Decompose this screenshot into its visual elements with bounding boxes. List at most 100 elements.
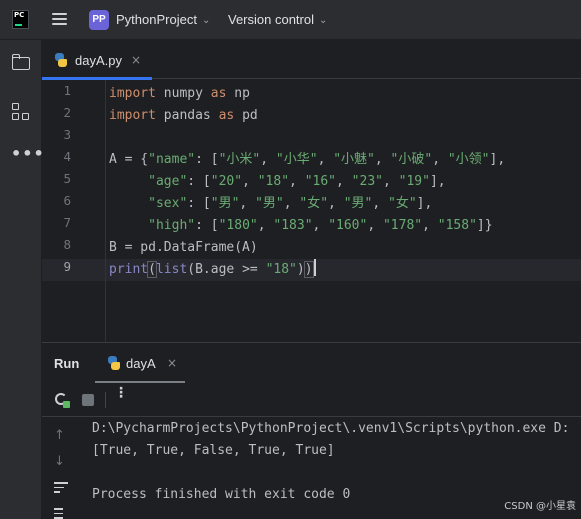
run-tool-window: Run dayA × ⋮ ↑ ↓ D:\PycharmProjects\Pyth… xyxy=(42,342,581,519)
code-token: np xyxy=(226,86,250,101)
code-token: , xyxy=(239,196,256,211)
folder-icon[interactable] xyxy=(11,53,31,73)
run-title: Run xyxy=(54,356,80,371)
line-number: 4 xyxy=(63,149,71,164)
code-token: "158" xyxy=(437,218,477,233)
title-bar: PC PP PythonProject ⌄ Version control ⌄ xyxy=(0,0,581,40)
code-token: "小魅" xyxy=(333,152,375,167)
code-text: B = pd.DataFrame(A) xyxy=(109,237,258,259)
code-token: , xyxy=(382,174,399,189)
run-tab-daya[interactable]: dayA × xyxy=(95,343,185,383)
code-token: "high" xyxy=(148,218,196,233)
code-token: , xyxy=(317,152,334,167)
code-token: "男" xyxy=(255,196,284,211)
version-control-menu[interactable]: Version control ⌄ xyxy=(228,12,327,27)
code-token: , xyxy=(328,196,344,211)
code-token: A = { xyxy=(109,152,149,167)
scroll-to-end-icon[interactable] xyxy=(54,508,68,519)
code-token: "16" xyxy=(304,174,337,189)
code-token: , xyxy=(242,174,258,189)
code-token: "小华" xyxy=(275,152,318,167)
code-token: , xyxy=(367,218,383,233)
soft-wrap-icon[interactable] xyxy=(54,482,68,494)
code-token: as xyxy=(210,86,227,101)
code-token: , xyxy=(336,174,352,189)
code-token: : [ xyxy=(195,218,219,233)
code-token: as xyxy=(218,108,235,123)
code-line[interactable]: 6 "sex": ["男", "男", "女", "男", "女"], xyxy=(42,193,581,215)
code-token: : [ xyxy=(187,174,211,189)
python-run-icon xyxy=(107,356,121,370)
console-side-toolbar: ↑ ↓ xyxy=(42,418,78,519)
code-token: "18" xyxy=(257,174,290,189)
code-token: "178" xyxy=(382,218,423,233)
left-tool-strip: ••• xyxy=(0,40,44,519)
code-token: ) xyxy=(296,262,305,277)
code-token: "20" xyxy=(210,174,243,189)
code-token: , xyxy=(372,196,389,211)
line-number: 6 xyxy=(63,193,71,208)
structure-icon[interactable] xyxy=(11,102,31,122)
project-selector[interactable]: PythonProject ⌄ xyxy=(116,12,210,27)
editor-tab-bar: dayA.py × xyxy=(42,40,581,80)
rerun-icon[interactable] xyxy=(54,392,70,408)
console-line: D:\PycharmProjects\PythonProject\.venv1\… xyxy=(92,421,570,436)
code-line[interactable]: 2 import pandas as pd xyxy=(42,105,581,127)
code-line[interactable]: 4 A = {"name": ["小米", "小华", "小魅", "小破", "… xyxy=(42,149,581,171)
toolbar-separator xyxy=(105,392,106,408)
code-token: list xyxy=(155,262,188,277)
line-number: 7 xyxy=(63,215,71,230)
code-line[interactable]: 9 print(list(B.age >= "18")) xyxy=(42,259,581,281)
code-token: , xyxy=(374,152,391,167)
code-line[interactable]: 8 B = pd.DataFrame(A) xyxy=(42,237,581,259)
code-token: pandas xyxy=(155,108,219,123)
main-menu-icon[interactable] xyxy=(52,13,67,26)
chevron-down-icon: ⌄ xyxy=(201,15,211,26)
code-text: import pandas as pd xyxy=(109,105,258,127)
code-text: import numpy as np xyxy=(109,83,250,105)
run-tab-name: dayA xyxy=(126,356,156,371)
code-token: , xyxy=(432,152,448,167)
tab-filename: dayA.py xyxy=(75,53,122,68)
code-token: (B.age >= xyxy=(187,262,266,277)
code-text: "sex": ["男", "男", "女", "男", "女"], xyxy=(109,193,432,215)
code-text: print(list(B.age >= "18")) xyxy=(109,259,316,281)
python-file-icon xyxy=(54,53,68,67)
project-name: PythonProject xyxy=(116,12,197,27)
project-badge[interactable]: PP xyxy=(89,10,109,30)
close-icon[interactable]: × xyxy=(167,356,177,370)
code-token: , xyxy=(422,218,438,233)
more-icon[interactable]: ••• xyxy=(11,144,44,164)
code-line[interactable]: 5 "age": ["20", "18", "16", "23", "19"], xyxy=(42,171,581,193)
code-token: import xyxy=(109,86,156,101)
code-token: "男" xyxy=(343,196,373,211)
code-token: ], xyxy=(429,174,446,189)
code-editor[interactable]: 1 import numpy as np 2 import pandas as pd 3… xyxy=(42,80,581,342)
code-token: , xyxy=(312,218,329,233)
more-options-icon[interactable]: ⋮ xyxy=(114,386,128,400)
arrow-up-icon[interactable]: ↑ xyxy=(54,428,65,443)
watermark: CSDN @小星袁 xyxy=(504,501,576,512)
code-text: A = {"name": ["小米", "小华", "小魅", "小破", "小… xyxy=(109,149,505,171)
pycharm-logo-icon[interactable]: PC xyxy=(12,10,29,29)
close-icon[interactable]: × xyxy=(131,53,141,67)
code-token: "小领" xyxy=(447,152,490,167)
code-token: ]} xyxy=(476,218,493,233)
tab-daya-py[interactable]: dayA.py × xyxy=(42,40,152,80)
line-number: 5 xyxy=(63,171,71,186)
line-number: 1 xyxy=(63,83,71,98)
console-line: Process finished with exit code 0 xyxy=(92,487,351,502)
code-line[interactable]: 7 "high": ["180", "183", "160", "178", "… xyxy=(42,215,581,237)
code-token: "name" xyxy=(148,152,196,167)
code-line[interactable]: 1 import numpy as np xyxy=(42,83,581,105)
stop-icon[interactable] xyxy=(82,394,94,406)
version-control-label: Version control xyxy=(228,12,314,27)
code-token: : [ xyxy=(187,196,211,211)
code-line[interactable]: 3 xyxy=(42,127,581,149)
code-text: "age": ["20", "18", "16", "23", "19"], xyxy=(109,171,446,193)
code-token: "女" xyxy=(299,196,329,211)
code-token: , xyxy=(257,218,274,233)
run-header: Run dayA × xyxy=(42,343,581,383)
arrow-down-icon[interactable]: ↓ xyxy=(54,454,65,469)
